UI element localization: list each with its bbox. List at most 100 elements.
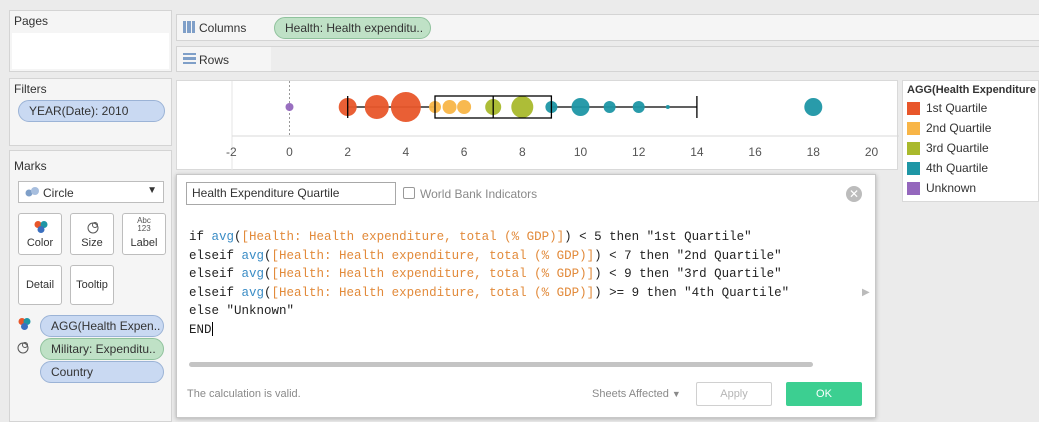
marks-panel: Marks Circle ▼ Color Size Abc 123 Label …: [9, 150, 172, 422]
legend-label: 4th Quartile: [926, 161, 989, 175]
color-palette-icon: [34, 221, 48, 233]
data-point: [390, 92, 421, 122]
sheets-affected-dropdown[interactable]: Sheets Affected ▼: [592, 388, 681, 400]
rows-shelf: Rows: [176, 46, 1039, 72]
mark-type-dropdown[interactable]: Circle ▼: [18, 181, 164, 203]
legend-label: Unknown: [926, 181, 977, 195]
size-icon: [87, 222, 99, 234]
x-tick-label: 10: [574, 145, 588, 159]
legend-swatch: [907, 102, 920, 115]
data-point: [364, 95, 389, 119]
abc-label-icon: Abc 123: [137, 216, 151, 233]
legend-swatch: [907, 182, 920, 195]
columns-pill[interactable]: Health: Health expenditu..: [274, 17, 431, 39]
formula-function: avg: [241, 267, 265, 281]
x-tick-label: 2: [344, 145, 351, 159]
formula-field: [Health: Health expenditure, total (% GD…: [271, 248, 595, 263]
editor-scrollbar[interactable]: [189, 362, 813, 367]
x-tick-label: 16: [748, 145, 762, 159]
detail-label: Detail: [25, 279, 55, 291]
calculation-dialog: Health Expenditure Quartile World Bank I…: [176, 174, 876, 418]
formula-text: ) >= 9 then "4th Quartile": [594, 285, 790, 300]
close-icon[interactable]: ✕: [846, 186, 862, 202]
formula-text: elseif: [189, 248, 242, 263]
filters-panel: Filters YEAR(Date): 2010: [9, 78, 172, 146]
legend-swatch: [907, 162, 920, 175]
mark-type-label: Circle: [43, 186, 74, 200]
data-point: [804, 98, 823, 116]
detail-button[interactable]: Detail: [18, 265, 62, 305]
formula-text: (: [264, 267, 272, 281]
pages-title: Pages: [14, 14, 49, 28]
x-tick-label: 0: [286, 145, 293, 159]
size-field-pill[interactable]: Military: Expenditu..: [40, 338, 164, 360]
formula-line: else "Unknown": [189, 302, 849, 321]
x-tick-label: 8: [519, 145, 526, 159]
formula-text: if: [189, 230, 212, 244]
formula-text: (: [234, 230, 242, 244]
x-tick-label: 14: [690, 145, 704, 159]
legend-label: 2nd Quartile: [926, 121, 992, 135]
color-legend: AGG(Health Expenditure 1st Quartile 2nd Q…: [902, 80, 1039, 202]
data-point: [285, 103, 294, 111]
formula-text: ) < 5 then "1st Quartile": [564, 230, 752, 244]
detail-field-pill[interactable]: Country: [40, 361, 164, 383]
label-button[interactable]: Abc 123 Label: [122, 213, 166, 255]
x-tick-label: 6: [461, 145, 468, 159]
chart-svg: -2 0 2 4 6 8 10 12 14 16 18 20: [226, 81, 899, 171]
formula-editor[interactable]: if avg([Health: Health expenditure, tota…: [189, 228, 849, 339]
data-point: [457, 100, 472, 114]
formula-text: END: [189, 322, 212, 337]
size-button[interactable]: Size: [70, 213, 114, 255]
pages-drop-area[interactable]: [12, 33, 169, 69]
formula-line: elseif avg([Health: Health expenditure, …: [189, 265, 849, 284]
sheets-affected-label: Sheets Affected: [592, 388, 669, 400]
x-tick-label: 12: [632, 145, 646, 159]
x-tick-label: 18: [807, 145, 821, 159]
columns-shelf-icon: [183, 21, 195, 33]
color-label: Color: [26, 237, 54, 249]
caret-down-icon: ▼: [671, 389, 681, 399]
color-button[interactable]: Color: [18, 213, 62, 255]
x-tick-label: 20: [865, 145, 879, 159]
formula-line: END: [189, 321, 849, 340]
tooltip-button[interactable]: Tooltip: [70, 265, 114, 305]
color-field-pill[interactable]: AGG(Health Expen..: [40, 315, 164, 337]
formula-line: elseif avg([Health: Health expenditure, …: [189, 247, 849, 266]
formula-function: avg: [241, 285, 265, 300]
formula-text: elseif: [189, 285, 242, 300]
expand-arrow-icon[interactable]: ▶: [862, 287, 870, 298]
formula-text: elseif: [189, 267, 242, 281]
calc-name-field[interactable]: Health Expenditure Quartile: [186, 182, 396, 205]
formula-line: if avg([Health: Health expenditure, tota…: [189, 228, 849, 247]
formula-text: (: [264, 248, 272, 263]
pages-panel: Pages: [9, 10, 172, 72]
ok-button[interactable]: OK: [786, 382, 862, 406]
formula-function: avg: [241, 248, 265, 263]
x-tick-label: 4: [403, 145, 410, 159]
filters-title: Filters: [14, 82, 47, 96]
rows-drop-area[interactable]: [271, 47, 1039, 71]
label-label: Label: [130, 237, 158, 249]
legend-label: 1st Quartile: [926, 101, 988, 115]
apply-button[interactable]: Apply: [696, 382, 772, 406]
circle-mark-icon: [25, 187, 39, 197]
columns-label: Columns: [199, 21, 247, 35]
legend-title: AGG(Health Expenditure: [907, 84, 1036, 96]
formula-text: (: [264, 285, 272, 300]
formula-field: [Health: Health expenditure, total (% GD…: [271, 285, 595, 300]
size-encoding-icon: [17, 342, 29, 354]
datasource-label: World Bank Indicators: [420, 187, 538, 201]
data-point: [632, 101, 645, 113]
legend-swatch: [907, 122, 920, 135]
legend-swatch: [907, 142, 920, 155]
validation-status: The calculation is valid.: [187, 388, 301, 400]
chart-view: -2 0 2 4 6 8 10 12 14 16 18 20: [176, 80, 899, 171]
filter-pill-year[interactable]: YEAR(Date): 2010: [18, 100, 165, 122]
formula-line: elseif avg([Health: Health expenditure, …: [189, 284, 849, 303]
data-point: [511, 96, 534, 118]
formula-text: else "Unknown": [189, 304, 295, 318]
formula-function: avg: [211, 230, 235, 244]
data-point: [571, 98, 590, 116]
data-point: [603, 101, 616, 113]
